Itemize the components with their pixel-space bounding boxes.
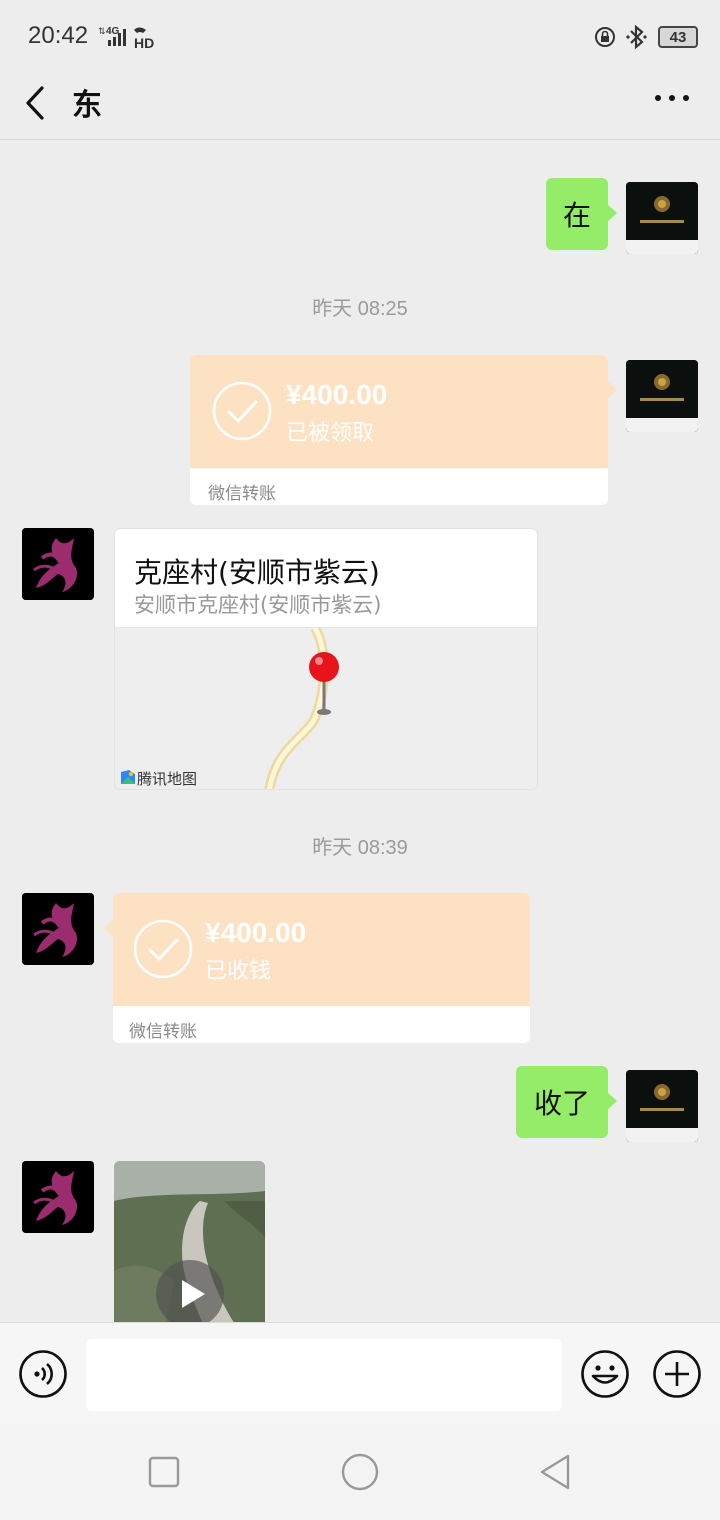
timestamp: 昨天 08:25 bbox=[312, 298, 408, 320]
location-title: 克座村(安顺市紫云) bbox=[134, 556, 380, 589]
text-message-bubble[interactable]: 收了 bbox=[516, 1066, 617, 1138]
transfer-amount: ¥400.00 bbox=[205, 917, 307, 948]
back-triangle-icon[interactable] bbox=[536, 1452, 576, 1492]
voice-icon[interactable] bbox=[18, 1349, 68, 1399]
message-text: 在 bbox=[562, 199, 591, 232]
transfer-footer: 微信转账 bbox=[208, 484, 276, 504]
plus-icon[interactable] bbox=[652, 1349, 702, 1399]
location-map: 腾讯地图 bbox=[115, 625, 537, 789]
peer-avatar[interactable] bbox=[22, 528, 94, 600]
network-type: 4G bbox=[106, 26, 120, 37]
play-icon[interactable] bbox=[155, 1259, 225, 1322]
svg-text:⇅: ⇅ bbox=[98, 26, 106, 36]
home-icon[interactable] bbox=[338, 1450, 382, 1494]
lock-rotation-icon bbox=[595, 27, 615, 47]
recent-apps-icon[interactable] bbox=[144, 1452, 184, 1492]
chat-title: 东 bbox=[72, 88, 102, 123]
transfer-footer: 微信转账 bbox=[129, 1022, 197, 1042]
message-input[interactable] bbox=[86, 1339, 562, 1411]
peer-avatar[interactable] bbox=[22, 893, 94, 965]
timestamp: 昨天 08:39 bbox=[312, 837, 408, 859]
transfer-amount: ¥400.00 bbox=[286, 379, 388, 410]
chevron-left-icon[interactable] bbox=[18, 78, 58, 128]
bluetooth-icon bbox=[626, 24, 647, 50]
map-pin-icon bbox=[309, 652, 339, 682]
transfer-status: 已被领取 bbox=[286, 421, 375, 446]
battery-indicator: 43 bbox=[658, 26, 698, 48]
hd-label: HD bbox=[134, 35, 154, 50]
tencent-map-logo-icon bbox=[121, 770, 135, 784]
check-circle-icon bbox=[212, 381, 272, 441]
emoji-icon[interactable] bbox=[580, 1349, 630, 1399]
message-text: 收了 bbox=[533, 1087, 590, 1120]
license-avatar-image bbox=[626, 1070, 698, 1142]
peer-avatar[interactable] bbox=[22, 1161, 94, 1233]
location-subtitle: 安顺市克座村(安顺市紫云) bbox=[134, 593, 382, 617]
license-avatar-image bbox=[626, 360, 698, 432]
transfer-card[interactable]: ¥400.00 已收钱 微信转账 bbox=[104, 893, 530, 1043]
status-time: 20:42 bbox=[28, 22, 89, 49]
griffin-avatar-image bbox=[22, 1161, 94, 1233]
message-list[interactable]: 在 昨天 08:25 ¥400.00 已被领取 微信转账 克座村(安顺市紫云) … bbox=[0, 141, 720, 1322]
status-bar: 20:42 ⇅ 4G HD 43 bbox=[0, 0, 720, 72]
system-nav-bar bbox=[0, 1424, 720, 1520]
check-circle-icon bbox=[133, 919, 193, 979]
griffin-avatar-image bbox=[22, 893, 94, 965]
chat-header: 东 bbox=[0, 72, 720, 140]
license-avatar-image bbox=[626, 182, 698, 254]
transfer-status: 已收钱 bbox=[205, 959, 272, 984]
self-avatar[interactable] bbox=[626, 1070, 698, 1142]
text-message-bubble[interactable]: 在 bbox=[546, 178, 617, 250]
more-dots-icon[interactable] bbox=[652, 86, 692, 110]
self-avatar[interactable] bbox=[626, 360, 698, 432]
map-brand-label: 腾讯地图 bbox=[137, 770, 198, 788]
signal-icon: ⇅ 4G HD bbox=[98, 26, 154, 50]
griffin-avatar-image bbox=[22, 528, 94, 600]
video-message[interactable] bbox=[114, 1161, 265, 1322]
transfer-card[interactable]: ¥400.00 已被领取 微信转账 bbox=[190, 355, 617, 505]
self-avatar[interactable] bbox=[626, 182, 698, 254]
battery-level: 43 bbox=[669, 28, 687, 46]
input-bar bbox=[0, 1322, 720, 1424]
location-card[interactable]: 克座村(安顺市紫云) 安顺市克座村(安顺市紫云) 腾讯地图 bbox=[114, 528, 538, 790]
